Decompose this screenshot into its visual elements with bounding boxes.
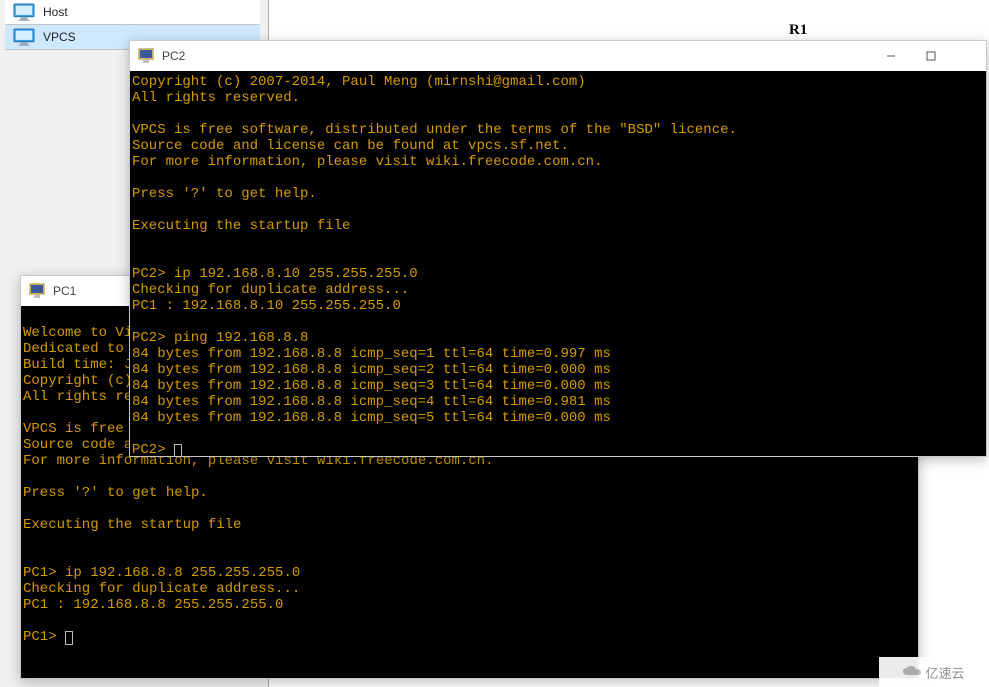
cursor bbox=[174, 444, 182, 456]
titlebar[interactable]: PC2 bbox=[130, 41, 986, 71]
window-title: PC2 bbox=[162, 49, 185, 63]
putty-icon bbox=[138, 48, 154, 64]
sidebar-item-label: VPCS bbox=[43, 30, 76, 44]
terminal-output[interactable]: Copyright (c) 2007-2014, Paul Meng (mirn… bbox=[130, 71, 986, 456]
putty-icon bbox=[29, 283, 45, 299]
minimize-button[interactable] bbox=[880, 45, 902, 67]
sidebar-item-host[interactable]: Host bbox=[5, 0, 260, 25]
device-label-r1: R1 bbox=[789, 22, 807, 39]
watermark: 亿速云 bbox=[879, 657, 989, 687]
window-title: PC1 bbox=[53, 284, 76, 298]
monitor-icon bbox=[13, 28, 35, 46]
cursor bbox=[65, 631, 73, 645]
maximize-button[interactable] bbox=[920, 45, 942, 67]
sidebar-item-label: Host bbox=[43, 5, 68, 19]
terminal-window-pc2[interactable]: PC2 Copyright (c) 2007-2014, Paul Meng (… bbox=[129, 40, 987, 457]
window-controls bbox=[880, 41, 982, 71]
monitor-icon bbox=[13, 3, 35, 21]
